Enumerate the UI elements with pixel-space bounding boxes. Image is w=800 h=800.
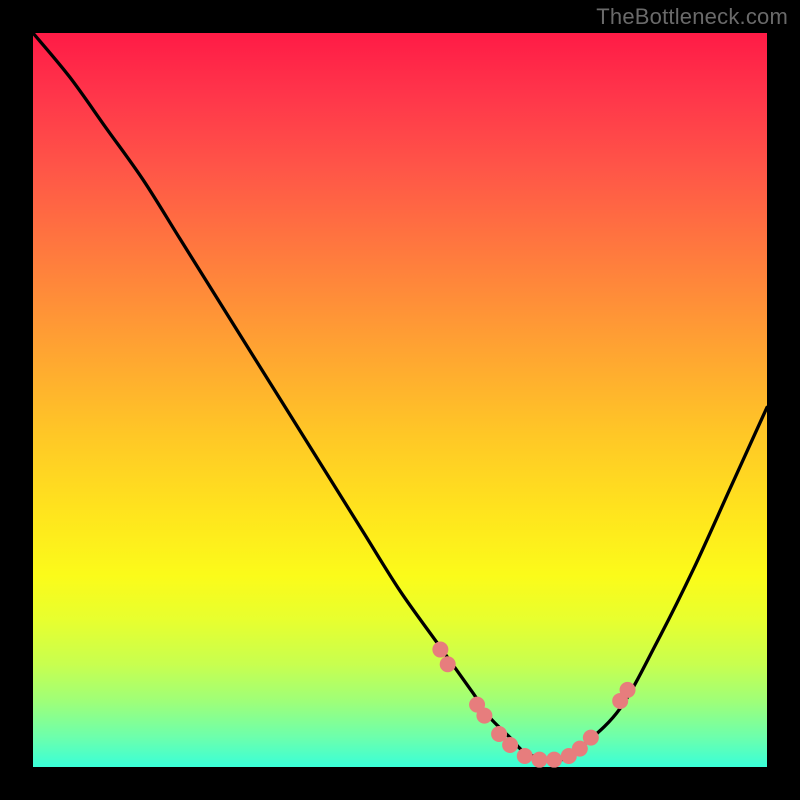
chart-marker [440, 656, 456, 672]
chart-frame: TheBottleneck.com [0, 0, 800, 800]
chart-marker [620, 682, 636, 698]
bottleneck-curve [33, 33, 767, 761]
chart-marker [476, 708, 492, 724]
chart-marker [531, 752, 547, 768]
chart-marker [502, 737, 518, 753]
chart-marker [432, 642, 448, 658]
chart-marker [583, 730, 599, 746]
chart-markers [432, 642, 635, 768]
watermark-text: TheBottleneck.com [596, 4, 788, 30]
chart-svg [33, 33, 767, 767]
chart-marker [546, 752, 562, 768]
chart-plot-area [33, 33, 767, 767]
chart-marker [517, 748, 533, 764]
